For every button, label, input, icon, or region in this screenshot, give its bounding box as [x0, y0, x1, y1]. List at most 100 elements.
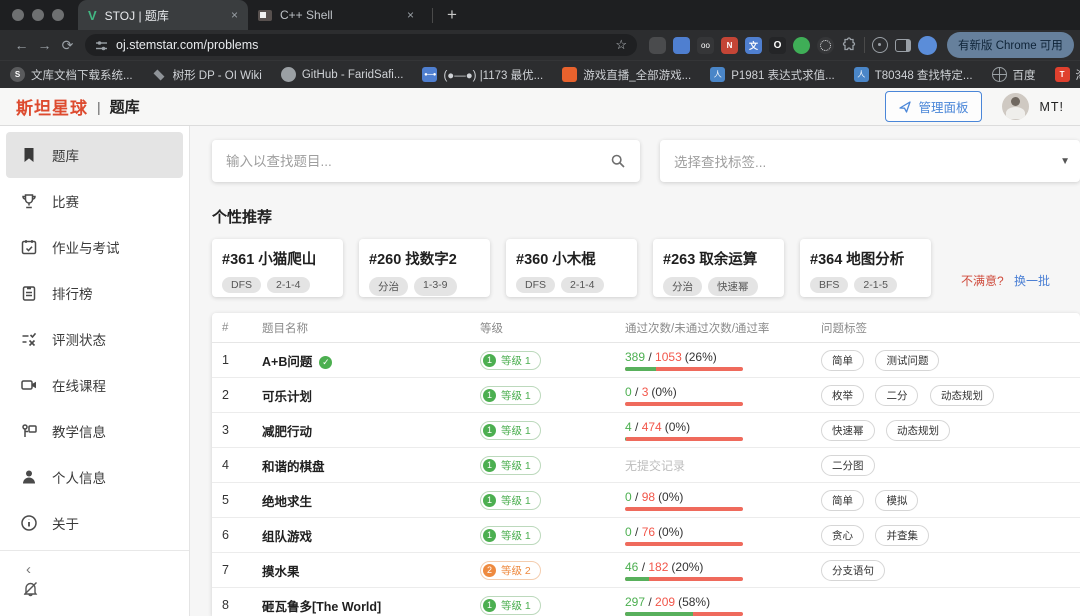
- sidebar-item-problems[interactable]: 题库: [6, 132, 183, 178]
- problem-name-link[interactable]: 组队游戏: [262, 530, 312, 544]
- problem-name-link[interactable]: 摸水果: [262, 565, 300, 579]
- problem-card[interactable]: #364 地图分析 BFS 2-1-5: [800, 239, 931, 297]
- sidebar-collapse-chevron[interactable]: ‹: [0, 551, 189, 580]
- sidebar-item-label: 评测状态: [52, 329, 106, 349]
- notifications-off-icon[interactable]: [0, 580, 189, 602]
- notes-extension-icon[interactable]: [673, 37, 690, 54]
- table-row[interactable]: 4 和谐的棋盘 1等级 1 无提交记录 二分图: [212, 448, 1080, 483]
- problem-name-link[interactable]: 绝地求生: [262, 495, 312, 509]
- site-settings-icon[interactable]: [95, 39, 108, 52]
- username-text[interactable]: MT!: [1039, 100, 1064, 114]
- window-close-button[interactable]: [12, 9, 24, 21]
- bookmark-item[interactable]: 游戏直播_全部游戏...: [562, 67, 691, 83]
- address-bar[interactable]: oj.stemstar.com/problems ☆: [85, 34, 637, 56]
- problem-card[interactable]: #260 找数字2 分治 1-3-9: [359, 239, 490, 297]
- table-row[interactable]: 8 砸瓦鲁多[The World] 1等级 1 297 / 209(58%): [212, 588, 1080, 616]
- o-extension-icon[interactable]: O: [769, 37, 786, 54]
- url-text[interactable]: oj.stemstar.com/problems: [116, 38, 615, 52]
- problem-tags: 枚举 二分 动态规划: [821, 385, 1080, 406]
- user-avatar[interactable]: [1002, 93, 1029, 120]
- back-button[interactable]: ←: [10, 37, 33, 53]
- tag-pill[interactable]: 快速幂: [821, 420, 875, 441]
- bookmark-item[interactable]: 树形 DP - OI Wiki: [152, 67, 262, 83]
- problem-card[interactable]: #361 小猫爬山 DFS 2-1-4: [212, 239, 343, 297]
- tag-pill[interactable]: 分支语句: [821, 560, 885, 581]
- tag-chip: 2-1-4: [561, 277, 604, 293]
- tag-pill[interactable]: 动态规划: [930, 385, 994, 406]
- tab-stoj[interactable]: V STOJ | 题库 ×: [78, 0, 248, 30]
- tag-pill[interactable]: 二分: [875, 385, 918, 406]
- sidebar-item-ranking[interactable]: 排行榜: [0, 270, 189, 316]
- tag-pill[interactable]: 二分图: [821, 455, 875, 476]
- problem-name-link[interactable]: A+B问题: [262, 355, 312, 369]
- row-index: 1: [222, 353, 262, 367]
- tag-pill[interactable]: 简单: [821, 350, 864, 371]
- level-number: 1: [483, 354, 496, 367]
- extensions-puzzle-icon[interactable]: [841, 37, 857, 53]
- brand-logo[interactable]: 斯坦星球: [16, 94, 88, 119]
- bookmark-item[interactable]: 人 T80348 查找特定...: [854, 67, 973, 83]
- admin-panel-button[interactable]: 管理面板: [885, 91, 982, 122]
- forward-button[interactable]: →: [33, 37, 56, 53]
- tag-pill[interactable]: 并查集: [875, 525, 929, 546]
- sidebar-item-online-courses[interactable]: 在线课程: [0, 362, 189, 408]
- tag-select[interactable]: 选择查找标签... ▼: [660, 140, 1080, 182]
- table-row[interactable]: 7 摸水果 2等级 2 46 / 182(20%) 分支语句: [212, 553, 1080, 588]
- tag-pill[interactable]: 模拟: [875, 490, 918, 511]
- side-panel-icon[interactable]: [895, 39, 911, 52]
- bookmark-item[interactable]: 百度: [992, 67, 1036, 83]
- problem-tags: 简单 模拟: [821, 490, 1080, 511]
- sidebar-item-homework-exams[interactable]: 作业与考试: [0, 224, 189, 270]
- tag-pill[interactable]: 贪心: [821, 525, 864, 546]
- bookmark-item[interactable]: S 文库文档下载系统...: [10, 67, 133, 83]
- green-extension-icon[interactable]: [793, 37, 810, 54]
- bookmark-icon: [20, 146, 38, 164]
- bookmark-item[interactable]: GitHub - FaridSafi...: [281, 67, 404, 82]
- tag-pill[interactable]: 测试问题: [875, 350, 939, 371]
- red-n-extension-icon[interactable]: N: [721, 37, 738, 54]
- bookmark-item[interactable]: T 淘宝: [1055, 67, 1080, 83]
- sidebar-item-profile[interactable]: 个人信息: [0, 454, 189, 500]
- problem-card[interactable]: #360 小木棍 DFS 2-1-4: [506, 239, 637, 297]
- bookmark-star-icon[interactable]: ☆: [615, 37, 627, 53]
- tag-pill[interactable]: 动态规划: [886, 420, 950, 441]
- tag-pill[interactable]: 简单: [821, 490, 864, 511]
- bookmark-item[interactable]: ●—● (●—●) |1173 最优...: [422, 67, 543, 83]
- compass-icon[interactable]: [872, 37, 888, 53]
- new-tab-button[interactable]: +: [447, 5, 457, 25]
- reload-button[interactable]: ⟳: [56, 37, 79, 54]
- search-icon[interactable]: [610, 153, 626, 169]
- chrome-update-button[interactable]: 有新版 Chrome 可用: [947, 32, 1074, 58]
- sidebar-item-about[interactable]: 关于: [0, 500, 189, 546]
- problem-card-title: #364 地图分析: [810, 248, 921, 269]
- tag-pill[interactable]: 枚举: [821, 385, 864, 406]
- tab-cpp-shell[interactable]: C++ Shell ×: [248, 0, 424, 30]
- table-row[interactable]: 5 绝地求生 1等级 1 0 / 98(0%) 简单 模拟: [212, 483, 1080, 518]
- window-minimize-button[interactable]: [32, 9, 44, 21]
- tab-close-icon[interactable]: ×: [407, 8, 414, 22]
- problem-card[interactable]: #263 取余运算 分治 快速幂: [653, 239, 784, 297]
- table-row[interactable]: 2 可乐计划 1等级 1 0 / 3(0%) 枚举 二分 动态规划: [212, 378, 1080, 413]
- table-row[interactable]: 6 组队游戏 1等级 1 0 / 76(0%) 贪心 并查集: [212, 518, 1080, 553]
- sidebar-item-contests[interactable]: 比赛: [0, 178, 189, 224]
- translate-extension-icon[interactable]: 文: [745, 37, 762, 54]
- refresh-batch-link[interactable]: 换一批: [1014, 274, 1050, 288]
- bookmark-item[interactable]: 人 P1981 表达式求值...: [710, 67, 835, 83]
- cat-extension-icon[interactable]: [649, 37, 666, 54]
- problem-name-link[interactable]: 减肥行动: [262, 425, 312, 439]
- problem-name-link[interactable]: 可乐计划: [262, 390, 312, 404]
- sidebar-item-judge-status[interactable]: 评测状态: [0, 316, 189, 362]
- sphere-extension-icon[interactable]: [817, 37, 834, 54]
- table-row[interactable]: 3 减肥行动 1等级 1 4 / 474(0%) 快速幂 动态规划: [212, 413, 1080, 448]
- browser-profile-avatar[interactable]: [918, 36, 937, 55]
- admin-panel-label: 管理面板: [918, 97, 968, 116]
- search-input[interactable]: [226, 154, 610, 169]
- oo-extension-icon[interactable]: oo: [697, 37, 714, 54]
- problem-name-link[interactable]: 和谐的棋盘: [262, 460, 325, 474]
- bookmarks-bar: S 文库文档下载系统... 树形 DP - OI Wiki GitHub - F…: [0, 60, 1080, 88]
- problem-name-link[interactable]: 砸瓦鲁多[The World]: [262, 600, 381, 614]
- table-row[interactable]: 1 A+B问题✓ 1等级 1 389 / 1053(26%) 简单 测试问题: [212, 343, 1080, 378]
- sidebar-item-teaching-info[interactable]: 教学信息: [0, 408, 189, 454]
- tab-close-icon[interactable]: ×: [231, 8, 238, 22]
- window-zoom-button[interactable]: [52, 9, 64, 21]
